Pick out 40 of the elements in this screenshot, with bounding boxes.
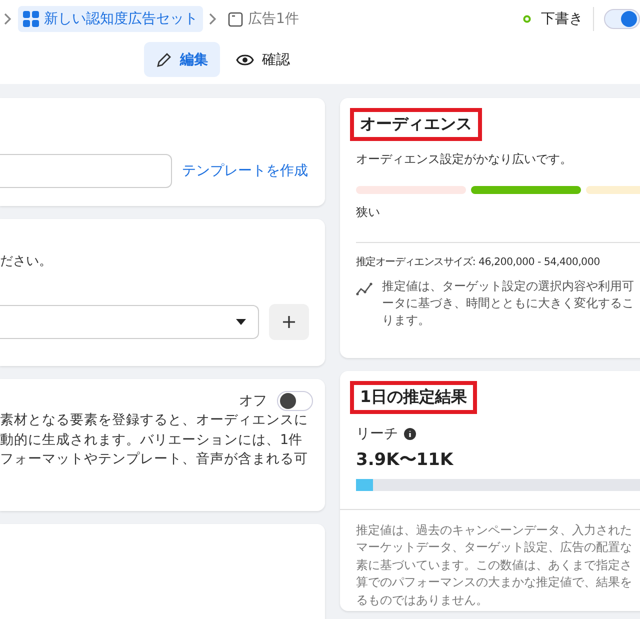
estimate-note: マーケットデータ、ターゲット設定、広告の配置な xyxy=(356,539,633,556)
trend-icon xyxy=(356,282,374,296)
pencil-icon xyxy=(156,52,172,68)
name-input-field[interactable] xyxy=(0,154,172,188)
estimate-note: 推定値は、過去のキャンペーンデータ、入力された xyxy=(356,522,633,539)
audience-note: 推定値は、ターゲット設定の選択内容や利用可 xyxy=(382,278,634,295)
mode-tab[interactable]: 確認 xyxy=(224,42,302,77)
breadcrumb-item[interactable]: 広告1件 xyxy=(223,6,304,32)
estimate-note: 素に基づいています。この数値は、あくまで指定さ xyxy=(356,556,633,574)
instruction-text: ださい。 xyxy=(0,253,53,271)
chevron-right-icon xyxy=(4,13,12,25)
audience-note: ータに基づき、時間とともに大きく変化するこ xyxy=(382,295,634,312)
grid-icon xyxy=(23,11,39,27)
section-heading: オーディエンス xyxy=(350,108,482,141)
estimate-note: るものではありません。 xyxy=(356,592,489,608)
metric-label: リーチ xyxy=(356,425,398,444)
plus-icon xyxy=(283,316,295,328)
info-icon xyxy=(404,428,416,440)
chevron-right-icon xyxy=(209,13,217,25)
window-icon xyxy=(228,12,243,26)
breadcrumb-item[interactable]: 新しい認知度広告セット xyxy=(18,6,203,32)
create-template-link[interactable]: テンプレートを作成 xyxy=(182,162,308,180)
estimate-note: 算でのパフォーマンスの大まかな推定値で、結果を xyxy=(356,574,633,592)
variations-toggle[interactable] xyxy=(277,391,313,412)
description-text: フォーマットやテンプレート、音声が含まれる可 xyxy=(0,450,309,470)
publish-toggle[interactable] xyxy=(604,9,640,29)
add-button[interactable] xyxy=(269,304,309,340)
scale-label: 狭い xyxy=(356,204,381,222)
section-heading: 1日の推定結果 xyxy=(350,381,478,414)
reach-value: 3.9K〜11K xyxy=(356,449,454,472)
caret-icon xyxy=(236,318,246,325)
status-label: 下書き xyxy=(541,10,583,28)
audience-size: 推定オーディエンスサイズ: 46,200,000 - 54,400,000 xyxy=(356,254,601,270)
audience-note: ります。 xyxy=(382,312,431,330)
audience-summary: オーディエンス設定がかなり広いです。 xyxy=(356,151,573,168)
description-text: 動的に生成されます。バリエーションには、1件 xyxy=(0,430,304,450)
description-text: 素材となる要素を登録すると、オーディエンスに xyxy=(0,411,309,430)
eye-icon xyxy=(236,54,254,66)
mode-tab[interactable]: 編集 xyxy=(144,42,220,77)
toggle-label: オフ xyxy=(239,392,267,411)
